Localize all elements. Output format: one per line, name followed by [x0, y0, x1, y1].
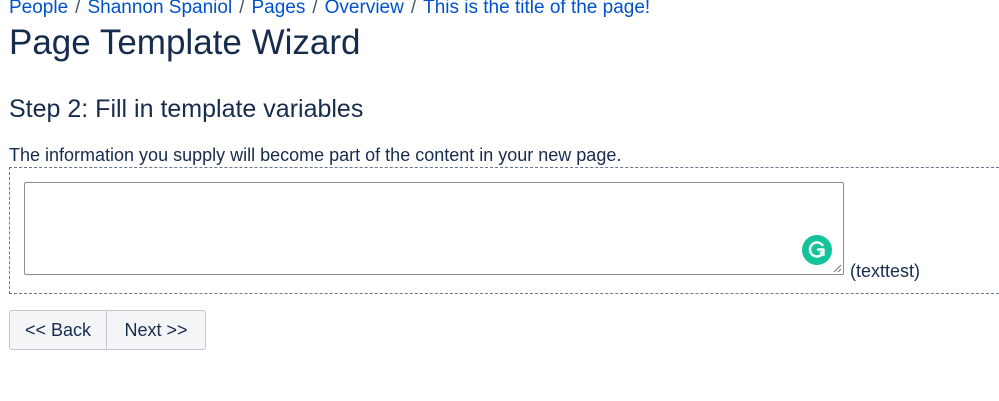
breadcrumb-shannon-spaniol[interactable]: Shannon Spaniol — [87, 0, 232, 18]
breadcrumb-page-title[interactable]: This is the title of the page! — [423, 0, 650, 18]
texttest-variable-label: (texttest) — [850, 261, 921, 281]
breadcrumb-separator: / — [410, 0, 417, 18]
step-heading: Step 2: Fill in template variables — [9, 95, 364, 123]
resize-handle-icon[interactable] — [832, 263, 842, 273]
breadcrumb-people[interactable]: People — [9, 0, 68, 18]
info-text: The information you supply will become p… — [9, 145, 622, 165]
texttest-textarea[interactable] — [24, 182, 844, 275]
wizard-navigation: << Back Next >> — [9, 310, 206, 350]
breadcrumb-overview[interactable]: Overview — [325, 0, 404, 18]
breadcrumb-pages[interactable]: Pages — [251, 0, 305, 18]
breadcrumb-separator: / — [239, 0, 245, 18]
breadcrumb: People / Shannon Spaniol / Pages / Overview / Th… — [9, 0, 650, 20]
breadcrumb-separator: / — [312, 0, 318, 18]
textarea-wrapper — [24, 182, 844, 275]
back-button[interactable]: << Back — [9, 310, 107, 350]
grammarly-icon[interactable] — [802, 235, 832, 265]
template-variables-box: (texttest) — [9, 167, 999, 294]
next-button[interactable]: Next >> — [107, 310, 206, 350]
page-title: Page Template Wizard — [9, 23, 361, 62]
breadcrumb-separator: / — [75, 0, 81, 18]
